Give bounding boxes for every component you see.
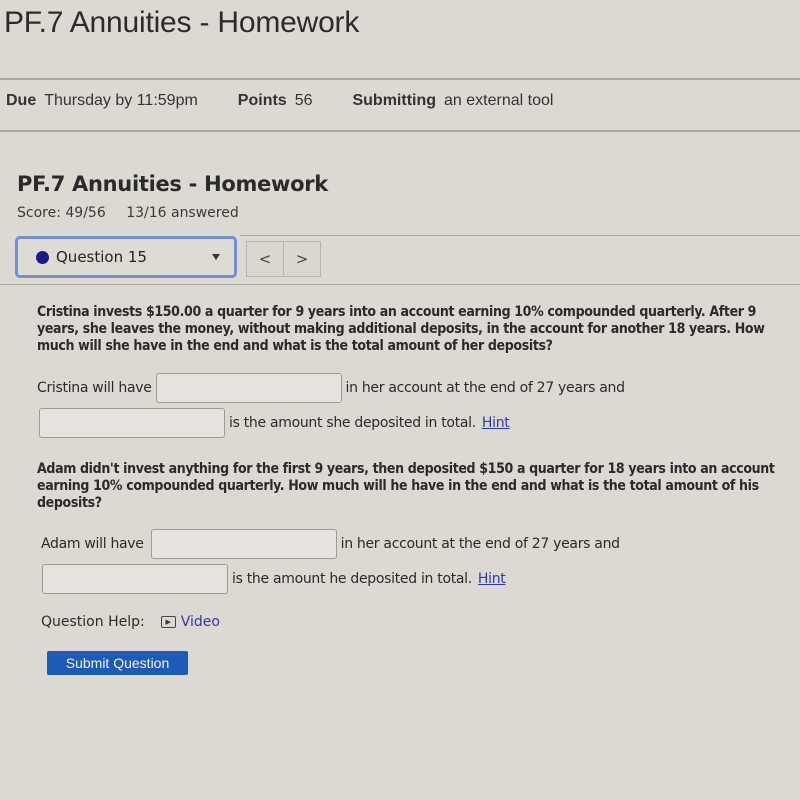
answer-prefix: Cristina will have xyxy=(37,380,152,396)
assignment-title: PF.7 Annuities - Homework xyxy=(17,172,328,196)
divider xyxy=(0,78,800,80)
video-play-icon: ▶ xyxy=(160,616,176,628)
video-link[interactable]: Video xyxy=(181,614,220,630)
question-text-adam: Adam didn't invest anything for the firs… xyxy=(37,461,775,511)
points-label: Points xyxy=(237,92,287,109)
question-selector[interactable]: Question 15 xyxy=(15,236,237,278)
hint-link[interactable]: Hint xyxy=(478,571,506,587)
answer-suffix: is the amount he deposited in total. xyxy=(232,571,472,587)
answer-row-cristina-total: Cristina will have in her account at the… xyxy=(37,373,625,403)
question-help: Question Help: ▶ Video xyxy=(41,614,220,630)
chevron-down-icon xyxy=(212,254,220,260)
answer-row-cristina-deposits: is the amount she deposited in total. Hi… xyxy=(35,408,510,438)
answer-suffix: is the amount she deposited in total. xyxy=(229,415,476,431)
assignment-meta: Due Thursday by 11:59pm Points 56 Submitti… xyxy=(6,92,593,110)
points-value: 56 xyxy=(294,92,313,109)
cristina-final-amount-input[interactable] xyxy=(155,373,342,403)
submitting-label: Submitting xyxy=(352,92,437,109)
divider xyxy=(0,284,800,285)
answer-middle: in her account at the end of 27 years an… xyxy=(340,536,620,552)
adam-deposits-input[interactable] xyxy=(42,564,228,594)
due-value: Thursday by 11:59pm xyxy=(44,92,198,109)
chevron-left-icon: < xyxy=(258,250,272,268)
divider xyxy=(240,235,800,236)
score: Score: 49/56 xyxy=(17,205,106,221)
question-selector-value: Question 15 xyxy=(56,248,147,266)
question-help-label: Question Help: xyxy=(41,614,145,630)
answer-row-adam-total: Adam will have in her account at the end… xyxy=(41,529,620,559)
chevron-right-icon: > xyxy=(295,250,309,268)
answer-prefix: Adam will have xyxy=(41,536,144,552)
question-text-cristina: Cristina invests $150.00 a quarter for 9… xyxy=(37,304,765,354)
divider xyxy=(0,130,800,132)
next-question-button[interactable]: > xyxy=(283,241,321,277)
previous-question-button[interactable]: < xyxy=(246,241,284,277)
submitting-value: an external tool xyxy=(444,92,554,109)
question-status-dot-icon xyxy=(36,250,49,264)
adam-final-amount-input[interactable] xyxy=(150,529,337,559)
due-label: Due xyxy=(6,92,37,109)
page-title: PF.7 Annuities - Homework xyxy=(4,6,360,39)
cristina-deposits-input[interactable] xyxy=(39,408,225,438)
submit-question-button[interactable]: Submit Question xyxy=(47,651,188,675)
answer-row-adam-deposits: is the amount he deposited in total. Hin… xyxy=(38,564,506,594)
hint-link[interactable]: Hint xyxy=(482,415,510,431)
answer-middle: in her account at the end of 27 years an… xyxy=(345,380,625,396)
score-summary: Score: 49/56 13/16 answered xyxy=(17,205,255,221)
answered-count: 13/16 answered xyxy=(126,205,239,221)
